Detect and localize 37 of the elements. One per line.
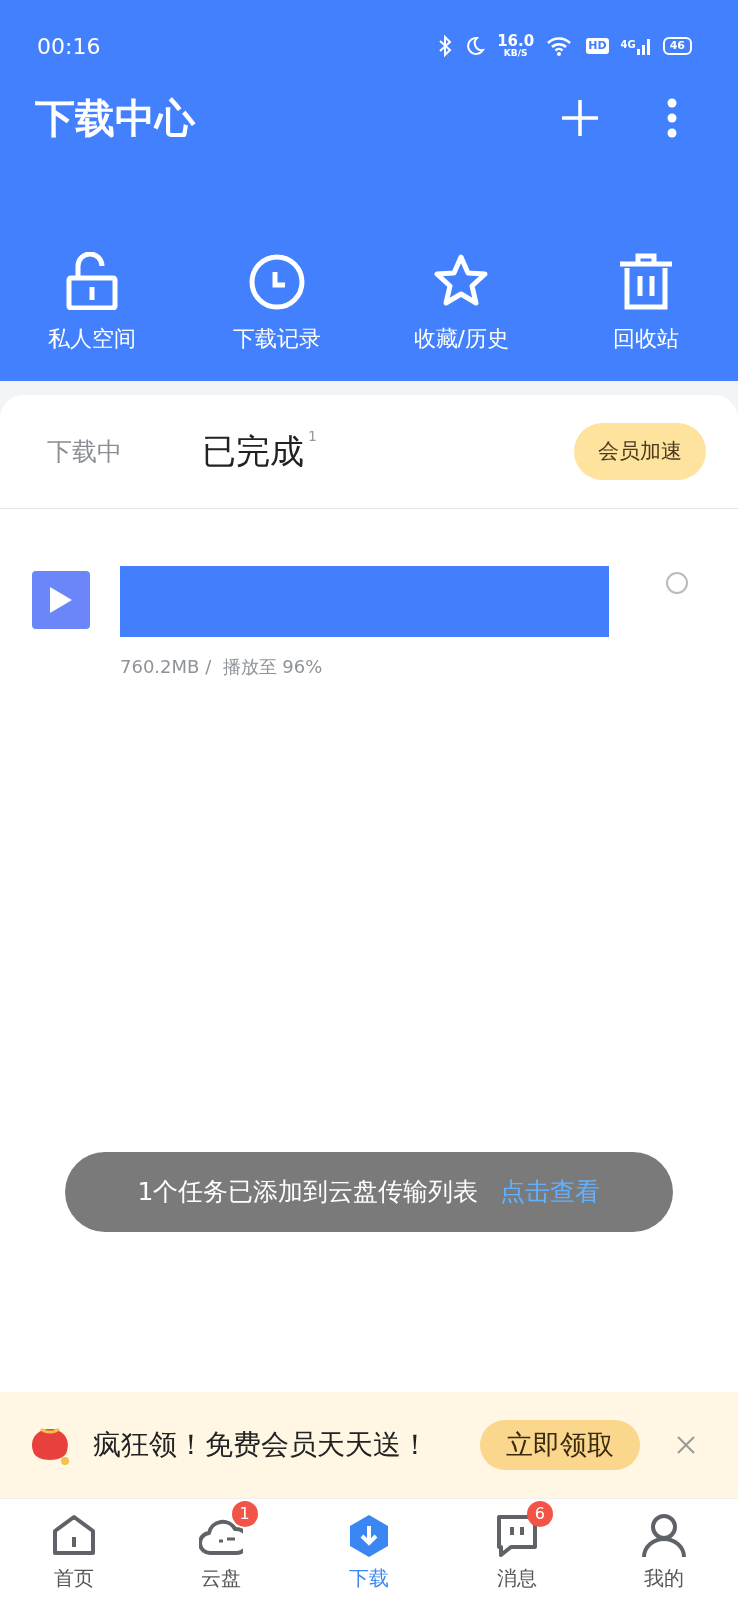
video-file-icon	[32, 571, 90, 629]
clock-icon	[248, 252, 305, 310]
network-type: 4G	[620, 38, 636, 52]
toast-message: 1个任务已添加到云盘传输列表	[137, 1176, 479, 1209]
user-icon	[642, 1513, 687, 1559]
moon-icon	[465, 36, 486, 56]
quick-action[interactable]: 收藏/历史	[369, 252, 554, 355]
quick-action[interactable]: 回收站	[553, 252, 738, 355]
signal-icon	[636, 37, 651, 55]
notification-badge: 6	[526, 1501, 553, 1527]
file-info: 760.2MB / 播放至 96%	[120, 655, 324, 679]
battery-indicator: 46	[662, 37, 692, 55]
speed-unit: KB/S	[503, 49, 528, 58]
close-button[interactable]	[676, 1434, 698, 1456]
close-icon	[676, 1435, 696, 1455]
hd-badge: HD	[586, 37, 609, 55]
nav-tab[interactable]: 消息 6	[442, 1499, 591, 1600]
page-title: 下载中心	[35, 93, 195, 143]
network-speed: 16.0	[497, 34, 535, 49]
select-radio[interactable]	[666, 572, 688, 594]
nav-tab[interactable]: 首页	[0, 1499, 148, 1600]
nav-tab[interactable]: 我的	[590, 1499, 738, 1600]
bluetooth-icon	[437, 35, 454, 57]
quick-action[interactable]: 私人空间	[0, 252, 185, 355]
more-icon	[667, 97, 677, 138]
download-icon	[347, 1513, 391, 1559]
trash-icon	[617, 252, 674, 310]
vip-boost-button[interactable]: 会员加速	[574, 423, 706, 480]
notification-badge: 1	[231, 1501, 258, 1527]
quick-action[interactable]: 下载记录	[184, 252, 369, 355]
claim-button[interactable]: 立即领取	[480, 1420, 640, 1470]
plus-icon	[560, 97, 600, 138]
nav-tab[interactable]: 下载	[295, 1499, 443, 1600]
promo-text: 疯狂领！免费会员天天送！	[93, 1427, 429, 1463]
lock-icon	[64, 252, 121, 310]
nav-tab[interactable]: 云盘 1	[147, 1499, 296, 1600]
status-time: 00:16	[37, 32, 101, 61]
